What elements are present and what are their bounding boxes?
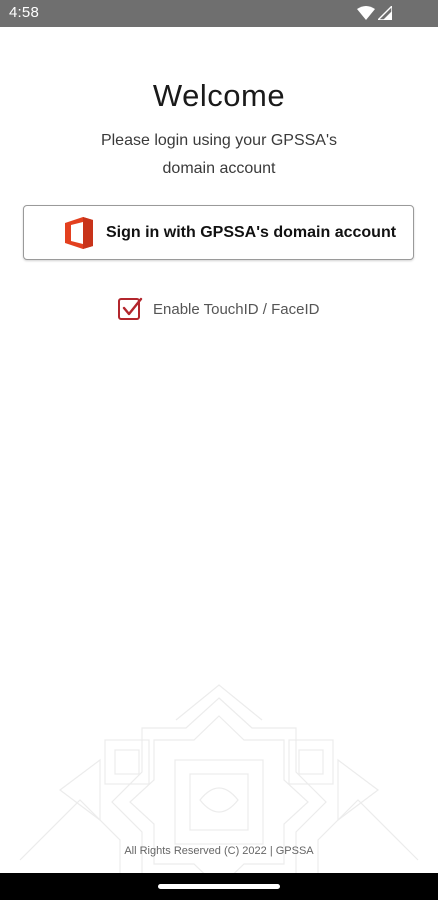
wifi-icon bbox=[357, 6, 375, 20]
office-icon bbox=[65, 217, 93, 249]
checkbox-checked-icon[interactable] bbox=[117, 296, 143, 322]
status-bar: 4:58 bbox=[0, 0, 438, 27]
cellular-signal-icon bbox=[378, 6, 392, 20]
subtitle-line-2: domain account bbox=[162, 160, 276, 177]
status-time: 4:58 bbox=[9, 4, 39, 21]
home-indicator[interactable] bbox=[158, 884, 280, 889]
status-icons bbox=[357, 6, 393, 22]
sign-in-button-label: Sign in with GPSSA's domain account bbox=[106, 224, 397, 241]
page-title: Welcome bbox=[152, 78, 286, 113]
footer-copyright: All Rights Reserved (C) 2022 | GPSSA bbox=[124, 845, 314, 857]
subtitle-line-1: Please login using your GPSSA's bbox=[100, 132, 338, 149]
sign-in-button[interactable]: Sign in with GPSSA's domain account bbox=[23, 205, 414, 260]
navigation-bar bbox=[0, 873, 438, 900]
touchid-label: Enable TouchID / FaceID bbox=[153, 301, 320, 318]
login-instructions: Please login using your GPSSA's domain a… bbox=[70, 127, 368, 183]
